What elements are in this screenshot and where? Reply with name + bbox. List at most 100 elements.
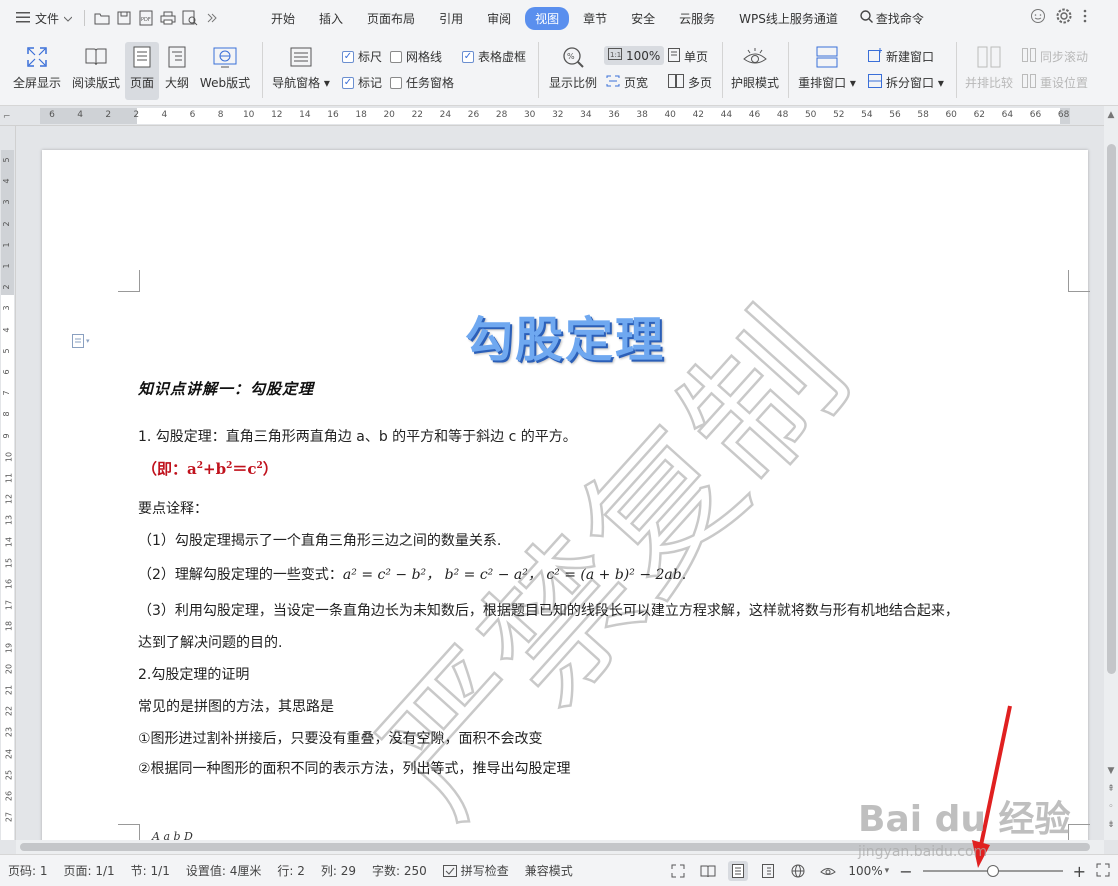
spell-check-button[interactable]: 拼写检查 — [435, 862, 517, 879]
tab-stop-selector[interactable]: ⌐ — [3, 112, 11, 122]
crop-mark — [118, 270, 140, 292]
ruler-tick-label: 18 — [4, 621, 14, 632]
ruler-tick-label: 23 — [4, 727, 14, 738]
navigation-pane-button[interactable]: 导航窗格 ▾ — [270, 36, 332, 91]
scroll-thumb[interactable] — [1107, 144, 1116, 674]
print-icon[interactable] — [157, 7, 179, 29]
file-menu[interactable]: 文件 — [10, 10, 78, 27]
ruler-tick-label: 4 — [2, 178, 12, 184]
ruler-tick-label: 1 — [2, 263, 12, 269]
find-command[interactable]: 查找命令 — [860, 10, 924, 27]
gear-icon[interactable] — [1056, 8, 1072, 27]
outline-view-button[interactable]: 大纲 — [162, 36, 192, 91]
setting-value[interactable]: 设置值: 4厘米 — [178, 862, 270, 879]
spell-check-label: 拼写检查 — [460, 864, 509, 878]
ruler-tick-label: 26 — [467, 110, 480, 120]
horizontal-ruler[interactable]: ⌐ 6 4 2 2 4 6 8 10 12 14 16 18 20 22 24 26 28 30 32 34 36 38 4… — [0, 106, 1104, 126]
point-3-line-2: 达到了解决问题的目的. — [138, 635, 283, 651]
ruler-tick-label: 18 — [355, 110, 367, 120]
eye-icon[interactable] — [818, 861, 838, 881]
tab-security[interactable]: 安全 — [621, 7, 665, 30]
gridlines-checkbox[interactable]: 网格线 — [390, 48, 442, 65]
globe-icon[interactable] — [788, 861, 808, 881]
tab-cloud[interactable]: 云服务 — [669, 7, 725, 30]
tab-page-layout[interactable]: 页面布局 — [357, 7, 425, 30]
scroll-thumb[interactable] — [20, 843, 1090, 851]
ruler-tick-label: 24 — [439, 110, 452, 120]
fullscreen-icon[interactable] — [668, 861, 688, 881]
marks-checkbox[interactable]: ✓ 标记 — [342, 74, 382, 91]
tab-references[interactable]: 引用 — [429, 7, 473, 30]
ruler-tick-label: 2 — [2, 221, 12, 227]
page-count[interactable]: 页面: 1/1 — [56, 862, 123, 879]
tab-chapter[interactable]: 章节 — [573, 7, 617, 30]
zoom-slider[interactable] — [922, 865, 1063, 877]
print-preview-icon[interactable] — [179, 7, 201, 29]
export-pdf-icon[interactable]: PDF — [135, 7, 157, 29]
tab-home[interactable]: 开始 — [261, 7, 305, 30]
arrange-windows-button[interactable]: 重排窗口 ▾ — [796, 36, 858, 91]
open-folder-icon[interactable] — [91, 7, 113, 29]
open-book-icon[interactable] — [698, 861, 718, 881]
side-by-side-label: 并排比较 — [964, 76, 1013, 90]
reset-position-button[interactable]: 重设位置 — [1022, 74, 1088, 91]
document-page[interactable]: 严禁复制 ▾ 勾股定理 知识点讲解一：勾股定理 1. 勾股定理：直角三角形两直角… — [42, 150, 1090, 840]
select-browse-object-icon[interactable]: ◦ — [1106, 802, 1116, 812]
save-icon[interactable] — [113, 7, 135, 29]
horizontal-scrollbar[interactable] — [16, 840, 1104, 854]
fullscreen-button[interactable]: 全屏显示 — [10, 36, 64, 91]
scroll-down-icon[interactable]: ▼ — [1106, 766, 1116, 776]
outline-icon[interactable] — [758, 861, 778, 881]
next-page-icon[interactable]: ⇟ — [1106, 820, 1116, 830]
multi-page-button[interactable]: 多页 — [668, 74, 712, 91]
ruler-tick-label: 34 — [580, 110, 592, 120]
new-window-button[interactable]: 新建窗口 — [868, 48, 934, 65]
marks-label: 标记 — [358, 76, 383, 90]
row-info[interactable]: 行: 2 — [269, 862, 313, 879]
side-by-side-button[interactable]: 并排比较 — [962, 36, 1016, 91]
section-info[interactable]: 节: 1/1 — [123, 862, 178, 879]
ruler-tick-label: 64 — [1001, 110, 1014, 120]
fit-window-icon[interactable] — [1096, 863, 1110, 880]
single-page-button[interactable]: 单页 — [668, 48, 708, 65]
tab-insert[interactable]: 插入 — [309, 7, 353, 30]
word-count[interactable]: 字数: 250 — [364, 862, 435, 879]
zoom-ratio-button[interactable]: % 显示比例 — [546, 36, 600, 91]
sync-scroll-button[interactable]: 同步滚动 — [1022, 48, 1088, 65]
more-options-icon[interactable] — [1082, 8, 1088, 27]
more-chevron-icon[interactable] — [201, 7, 223, 29]
split-window-button[interactable]: 拆分窗口 ▾ — [868, 74, 944, 91]
ruler-tick-label: 12 — [4, 494, 14, 505]
eye-protection-button[interactable]: 护眼模式 — [730, 36, 780, 91]
zoom-level-dropdown[interactable]: 100% ▾ — [848, 864, 889, 878]
tab-review[interactable]: 审阅 — [477, 7, 521, 30]
zoom-100-button[interactable]: 1:1 100% — [604, 46, 665, 65]
page-layout-button[interactable]: 页面 — [125, 42, 159, 100]
zoom-slider-knob[interactable] — [986, 865, 999, 877]
column-info[interactable]: 列: 29 — [313, 862, 364, 879]
reset-position-label: 重设位置 — [1040, 76, 1089, 90]
table-gridlines-checkbox[interactable]: ✓ 表格虚框 — [462, 48, 526, 65]
zoom-out-icon[interactable]: − — [899, 862, 912, 881]
ruler-tick-label: 22 — [4, 706, 14, 717]
task-pane-checkbox[interactable]: 任务窗格 — [390, 74, 454, 91]
page-view-icon[interactable] — [728, 861, 749, 881]
feedback-icon[interactable] — [1030, 8, 1046, 27]
vertical-scrollbar[interactable]: ▲ ▼ ⇞ ◦ ⇟ — [1104, 106, 1118, 840]
page-number[interactable]: 页码: 1 — [0, 862, 56, 879]
tab-view[interactable]: 视图 — [525, 6, 570, 30]
scroll-up-icon[interactable]: ▲ — [1106, 110, 1116, 120]
previous-page-icon[interactable]: ⇞ — [1106, 784, 1116, 794]
document-canvas[interactable]: 严禁复制 ▾ 勾股定理 知识点讲解一：勾股定理 1. 勾股定理：直角三角形两直角… — [16, 126, 1104, 840]
ruler-tick-label: 56 — [889, 110, 901, 120]
reading-layout-button[interactable]: 阅读版式 — [68, 36, 124, 91]
tab-wps-online[interactable]: WPS线上服务通道 — [729, 7, 848, 30]
vertical-ruler[interactable]: 5 4 3 2 1 1 2 3 4 5 6 7 8 9 10 11 12 13 14 15 16 17 18 19 20 21 22… — [0, 126, 16, 840]
page-width-button[interactable]: 页宽 — [606, 74, 648, 91]
ruler-checkbox[interactable]: ✓ 标尺 — [342, 48, 382, 65]
zoom-in-icon[interactable]: + — [1073, 862, 1086, 881]
web-layout-button[interactable]: Web版式 — [196, 36, 254, 91]
ruler-tick-label: 4 — [161, 110, 168, 120]
compat-mode[interactable]: 兼容模式 — [517, 862, 581, 879]
ruler-tick-label: 10 — [4, 451, 14, 462]
